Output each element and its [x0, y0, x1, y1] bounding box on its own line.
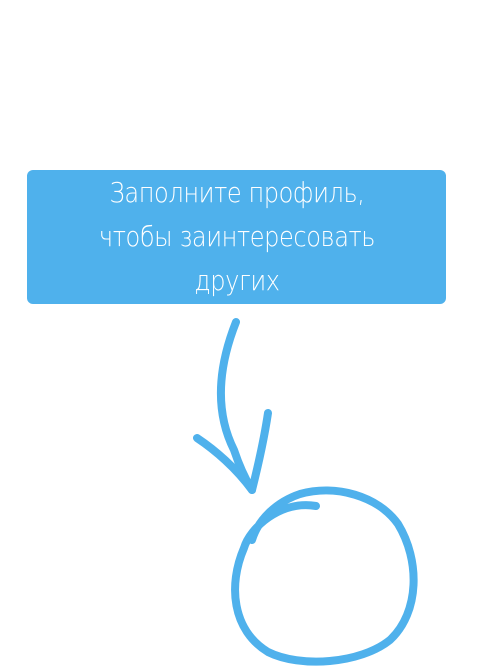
arrow-head-left-icon: [193, 434, 256, 494]
arrow-shaft-icon: [217, 318, 256, 494]
highlight-circle-icon: [231, 486, 418, 666]
arrow-head-right-icon: [248, 409, 272, 494]
onboarding-hint-card: Заполните профиль, чтобы заинтересовать …: [27, 170, 446, 304]
onboarding-hint-text: Заполните профиль, чтобы заинтересовать …: [98, 176, 375, 297]
hand-drawn-pointer: [193, 318, 418, 666]
